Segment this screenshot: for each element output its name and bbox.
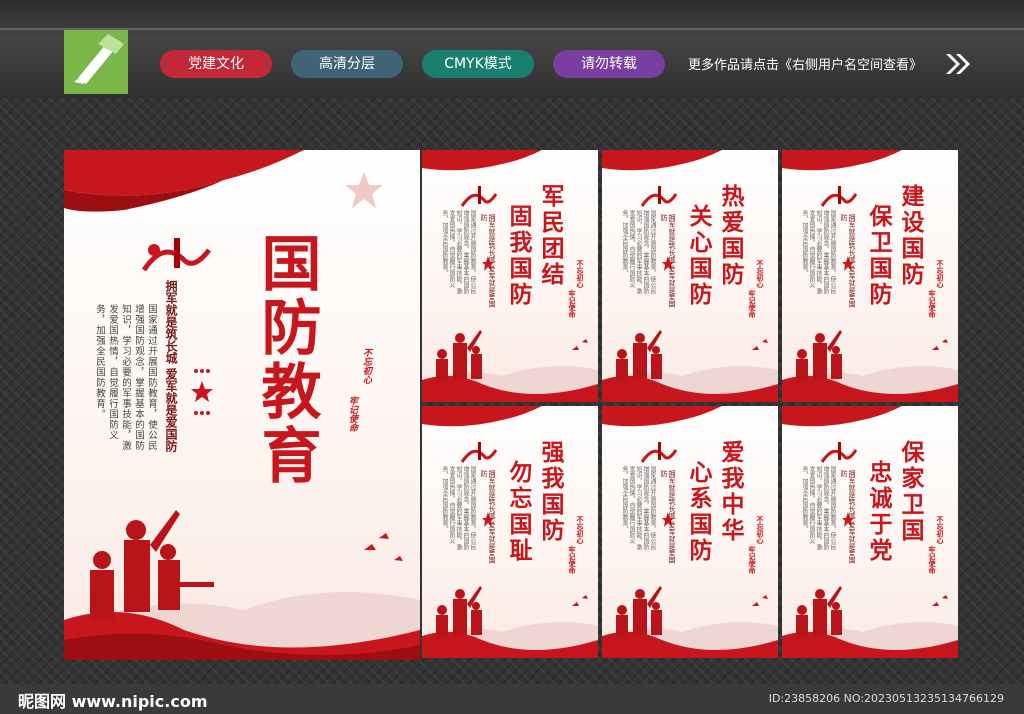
top-banner: 党建文化 高清分层 CMYK模式 请勿转载 更多作品请点击《右侧用户名空间查看》 — [0, 0, 1024, 98]
small-stamp-left: 不忘初心 — [936, 516, 944, 544]
small-title-line2: 保卫国防 — [865, 204, 892, 308]
small-body-text: 国家通过开展国防教育，使公民增强国防观念，掌握基本的国防知识，学习必要的军事技能… — [441, 466, 476, 550]
red-flag-graphic — [782, 150, 902, 171]
small-poster: 军民团结 固我国防 拥军就是筑长城 爱军就是爱国防 国家通过开展国防教育，使公民… — [422, 150, 598, 402]
china-dream-logo-icon — [460, 186, 498, 207]
star-icon — [662, 512, 674, 527]
small-body-text: 国家通过开展国防教育，使公民增强国防观念，掌握基本的国防知识，学习必要的军事技能… — [801, 210, 836, 294]
small-body-text: 国家通过开展国防教育，使公民增强国防观念，掌握基本的国防知识，学习必要的军事技能… — [801, 466, 836, 550]
star-icon — [482, 256, 494, 271]
small-body-text: 国家通过开展国防教育，使公民增强国防观念，掌握基本的国防知识，学习必要的军事技能… — [621, 210, 656, 294]
small-stamp-left: 不忘初心 — [756, 516, 764, 544]
stamp-left: 不忘初心 — [361, 348, 371, 384]
small-poster: 强我国防 勿忘国耻 拥军就是筑长城 爱军就是爱国防 国家通过开展国防教育，使公民… — [422, 406, 598, 658]
small-stamp-left: 不忘初心 — [576, 260, 584, 288]
small-stamp-right: 牢记使命 — [748, 290, 756, 318]
small-poster: 建设国防 保卫国防 拥军就是筑长城 爱军就是爱国防 国家通过开展国防教育，使公民… — [782, 150, 958, 402]
stamp-right: 牢记使命 — [347, 396, 357, 432]
site-watermark[interactable]: 昵图网 www.nipic.com — [18, 688, 208, 712]
small-stamp-left: 不忘初心 — [576, 516, 584, 544]
small-body-text: 国家通过开展国防教育，使公民增强国防观念，掌握基本的国防知识，学习必要的军事技能… — [441, 210, 476, 294]
small-stamp-right: 牢记使命 — [928, 290, 936, 318]
china-dream-logo-icon — [460, 442, 498, 463]
double-chevron-right-icon[interactable] — [944, 52, 972, 76]
small-title-line2: 忠诚于党 — [865, 460, 892, 564]
china-dream-logo-icon — [640, 442, 678, 463]
star-icon — [345, 172, 383, 208]
main-slogan: 拥军就是筑长城 爱军就是爱国防 — [164, 280, 178, 453]
small-stamp-right: 牢记使命 — [568, 546, 576, 574]
small-title-line1: 爱我中华 — [717, 440, 744, 544]
small-stamp-right: 牢记使命 — [928, 546, 936, 574]
soldiers-illustration-icon — [422, 586, 598, 658]
image-id: ID:23858206 NO:20230513235134766129 — [768, 692, 1004, 705]
small-title-line1: 保家卫国 — [897, 440, 924, 544]
main-title: 国防教育 — [251, 232, 321, 488]
small-title-line1: 强我国防 — [537, 440, 564, 544]
small-body-text: 国家通过开展国防教育，使公民增强国防观念，掌握基本的国防知识，学习必要的军事技能… — [621, 466, 656, 550]
soldiers-illustration-icon — [782, 586, 958, 658]
soldiers-illustration-icon — [782, 330, 958, 402]
small-title-line2: 心系国防 — [685, 460, 712, 564]
red-flag-graphic — [602, 150, 722, 171]
small-title-line2: 关心国防 — [685, 204, 712, 308]
more-works-note[interactable]: 更多作品请点击《右侧用户名空间查看》 — [688, 54, 922, 73]
soldiers-illustration-icon — [602, 586, 778, 658]
tag-party-culture[interactable]: 党建文化 — [160, 50, 272, 78]
star-icon — [482, 512, 494, 527]
red-flag-graphic — [602, 406, 722, 427]
red-flag-graphic — [422, 150, 542, 171]
star-icon — [662, 256, 674, 271]
star-icon — [842, 512, 854, 527]
small-poster: 保家卫国 忠诚于党 拥军就是筑长城 爱军就是爱国防 国家通过开展国防教育，使公民… — [782, 406, 958, 658]
footer-bar: 昵图网 www.nipic.com ID:23858206 NO:2023051… — [0, 684, 1024, 714]
small-stamp-left: 不忘初心 — [936, 260, 944, 288]
small-title-line2: 固我国防 — [505, 204, 532, 308]
tag-cmyk-mode[interactable]: CMYK模式 — [422, 50, 534, 78]
pen-logo-icon — [64, 30, 128, 94]
small-stamp-right: 牢记使命 — [568, 290, 576, 318]
china-dream-logo-icon — [640, 186, 678, 207]
red-flag-graphic — [782, 406, 902, 427]
china-dream-logo-icon — [820, 442, 858, 463]
stars-decoration-icon — [191, 369, 213, 415]
small-stamp-right: 牢记使命 — [748, 546, 756, 574]
main-body-text: 国家通过开展国防教育，使公民增强国防观念，掌握基本的国防知识，学习必要的军事技能… — [94, 304, 157, 451]
tag-high-res-layers[interactable]: 高清分层 — [291, 50, 403, 78]
star-icon — [842, 256, 854, 271]
small-title-line1: 建设国防 — [897, 184, 924, 288]
red-flag-graphic — [422, 406, 542, 427]
small-title-line1: 军民团结 — [537, 184, 564, 288]
divider — [0, 28, 1024, 30]
china-dream-logo-icon — [820, 186, 858, 207]
soldiers-illustration-icon — [422, 330, 598, 402]
china-dream-logo-icon — [141, 238, 211, 272]
soldiers-illustration-icon — [64, 510, 420, 660]
small-stamp-left: 不忘初心 — [756, 260, 764, 288]
small-title-line2: 勿忘国耻 — [505, 460, 532, 564]
small-poster: 热爱国防 关心国防 拥军就是筑长城 爱军就是爱国防 国家通过开展国防教育，使公民… — [602, 150, 778, 402]
soldiers-illustration-icon — [602, 330, 778, 402]
small-poster: 爱我中华 心系国防 拥军就是筑长城 爱军就是爱国防 国家通过开展国防教育，使公民… — [602, 406, 778, 658]
main-poster: 国防教育 拥军就是筑长城 爱军就是爱国防 国家通过开展国防教育，使公民增强国防观… — [64, 150, 420, 660]
small-title-line1: 热爱国防 — [717, 184, 744, 288]
tag-no-repost[interactable]: 请勿转载 — [553, 50, 665, 78]
